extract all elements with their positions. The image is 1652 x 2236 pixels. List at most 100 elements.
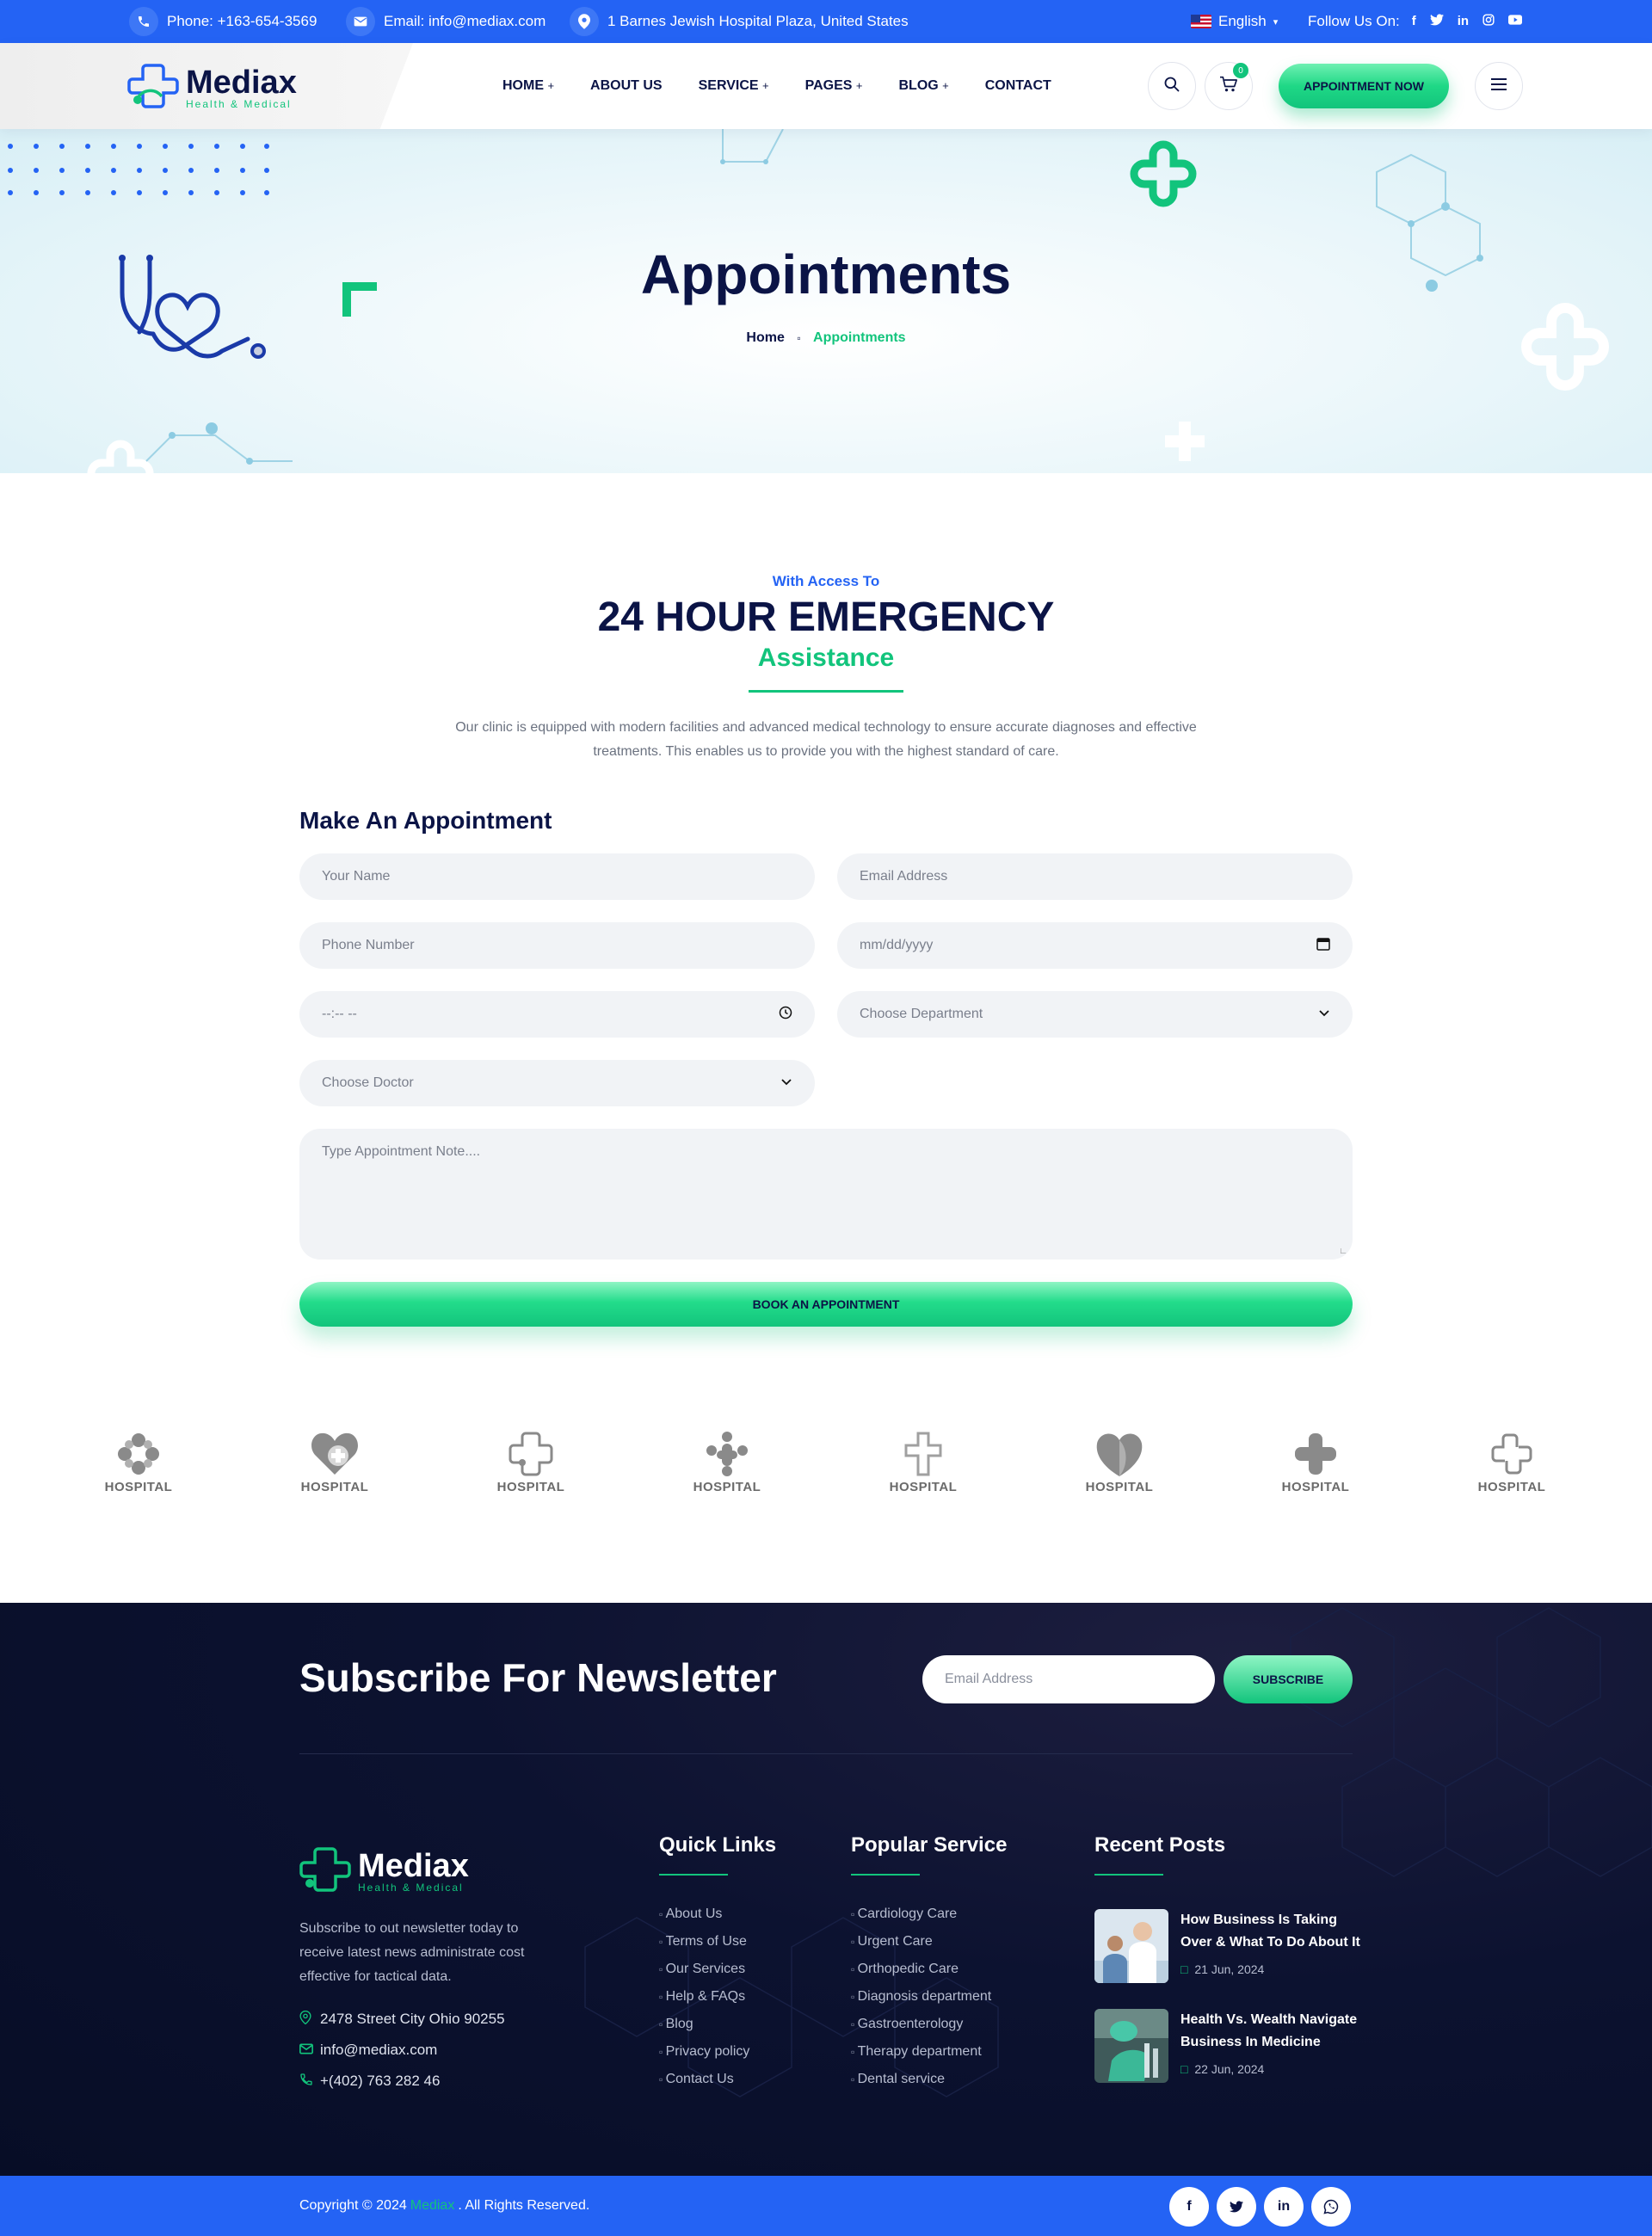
dot-grid-decoration — [8, 144, 269, 195]
popular-service-underline — [851, 1874, 920, 1876]
time-field[interactable]: --:-- -- — [299, 991, 815, 1038]
site-footer: Subscribe For Newsletter Email Address S… — [0, 1603, 1652, 2176]
quick-link-blog[interactable]: Blog — [659, 2011, 749, 2038]
language-selector[interactable]: English ▾ — [1191, 0, 1278, 43]
green-cross-outline-icon — [1130, 140, 1197, 207]
newsletter-email-input[interactable]: Email Address — [922, 1655, 1215, 1703]
partner-logo[interactable]: HOSPITAL — [83, 1428, 194, 1497]
quick-link-privacy[interactable]: Privacy policy — [659, 2038, 750, 2066]
nav-blog[interactable]: BLOG + — [898, 78, 948, 94]
clock-icon[interactable] — [779, 1006, 792, 1024]
footer-address: 2478 Street City Ohio 90255 — [299, 2010, 505, 2028]
service-link[interactable]: Dental service — [851, 2066, 991, 2093]
service-link[interactable]: Orthopedic Care — [851, 1956, 991, 1983]
email-field[interactable]: Email Address — [837, 853, 1353, 900]
partner-name: HOSPITAL — [889, 1480, 958, 1494]
phone-placeholder: Phone Number — [322, 938, 415, 952]
follow-label: Follow Us On: — [1308, 13, 1400, 29]
post-title[interactable]: Health Vs. Wealth Navigate Business In M… — [1180, 2009, 1361, 2054]
name-field[interactable]: Your Name — [299, 853, 815, 900]
copyright-brand-link[interactable]: Mediax — [410, 2198, 455, 2214]
plus-icon: + — [762, 79, 769, 92]
calendar-icon[interactable] — [1316, 937, 1330, 955]
topbar-address: 1 Barnes Jewish Hospital Plaza, United S… — [570, 0, 909, 43]
nav-about-us[interactable]: ABOUT US — [590, 78, 663, 94]
quick-link-services[interactable]: Our Services — [659, 1956, 749, 1983]
quick-links-underline — [659, 1874, 728, 1876]
nav-service[interactable]: SERVICE + — [699, 78, 769, 94]
service-link[interactable]: Diagnosis department — [851, 1983, 992, 2011]
doctor-select[interactable]: Choose Doctor — [299, 1060, 815, 1106]
newsletter-title: Subscribe For Newsletter — [299, 1655, 777, 1700]
location-pin-icon — [570, 7, 599, 36]
footer-phone[interactable]: +(402) 763 282 46 — [299, 2073, 440, 2090]
post-date-text: 22 Jun, 2024 — [1194, 2062, 1265, 2076]
topbar-phone[interactable]: Phone: +163-654-3569 — [129, 0, 317, 43]
service-link[interactable]: Therapy department — [851, 2038, 991, 2066]
appointment-now-button[interactable]: APPOINTMENT NOW — [1279, 64, 1449, 108]
instagram-icon[interactable] — [1482, 14, 1495, 29]
quick-link-about-us[interactable]: About Us — [659, 1900, 749, 1928]
resize-handle-icon[interactable]: ∟ — [1339, 1247, 1347, 1256]
footer-email[interactable]: info@mediax.com — [299, 2042, 437, 2059]
post-title[interactable]: How Business Is Taking Over & What To Do… — [1180, 1909, 1361, 1954]
phone-field[interactable]: Phone Number — [299, 922, 815, 969]
topbar-email-text: Email: info@mediax.com — [384, 13, 546, 29]
breadcrumb-home-link[interactable]: Home — [746, 330, 784, 345]
partner-logo[interactable]: HOSPITAL — [867, 1428, 979, 1497]
post-thumbnail-lab-photo[interactable] — [1094, 2009, 1168, 2083]
linkedin-icon[interactable]: in — [1458, 14, 1469, 29]
footer-divider — [299, 1753, 1353, 1754]
plus-icon: + — [855, 79, 863, 92]
subscribe-button[interactable]: SUBSCRIBE — [1224, 1655, 1353, 1703]
quick-link-help[interactable]: Help & FAQs — [659, 1983, 749, 2011]
partner-logo[interactable]: HOSPITAL — [279, 1428, 391, 1497]
partner-logo[interactable]: HOSPITAL — [671, 1428, 783, 1497]
service-link[interactable]: Gastroenterology — [851, 2011, 991, 2038]
post-thumbnail-doctor-photo[interactable] — [1094, 1909, 1168, 1983]
whatsapp-icon[interactable] — [1311, 2187, 1351, 2227]
facebook-icon[interactable]: f — [1169, 2187, 1209, 2227]
search-button[interactable] — [1148, 62, 1196, 110]
plus-icon: + — [547, 79, 555, 92]
partner-logo[interactable]: HOSPITAL — [1260, 1428, 1372, 1497]
partner-logo[interactable]: HOSPITAL — [1063, 1428, 1175, 1497]
quick-links-list: About Us Terms of Use Our Services Help … — [659, 1900, 750, 2093]
footer-logo[interactable]: Mediax Health & Medical — [299, 1844, 469, 1900]
recent-post[interactable]: Health Vs. Wealth Navigate Business In M… — [1094, 2009, 1361, 2083]
quick-link-contact[interactable]: Contact Us — [659, 2066, 749, 2093]
white-plus-icon — [1165, 422, 1205, 461]
menu-button[interactable] — [1475, 62, 1523, 110]
appointment-note-textarea[interactable]: Type Appointment Note.... ∟ — [299, 1129, 1353, 1260]
partner-logo[interactable]: HOSPITAL — [1456, 1428, 1568, 1497]
nav-contact[interactable]: CONTACT — [985, 78, 1051, 94]
partner-logo[interactable]: HOSPITAL — [475, 1428, 587, 1497]
facebook-icon[interactable]: f — [1412, 14, 1416, 29]
top-bar: Phone: +163-654-3569 Email: info@mediax.… — [0, 0, 1652, 43]
linkedin-icon[interactable]: in — [1264, 2187, 1304, 2227]
post-date-text: 21 Jun, 2024 — [1194, 1962, 1265, 1976]
mail-icon — [299, 2042, 320, 2058]
plus-icon: + — [942, 79, 949, 92]
site-logo[interactable]: Mediax Health & Medical — [127, 60, 297, 116]
recent-post[interactable]: How Business Is Taking Over & What To Do… — [1094, 1909, 1361, 1983]
twitter-icon[interactable] — [1429, 14, 1444, 29]
service-link[interactable]: Cardiology Care — [851, 1900, 991, 1928]
partner-name: HOSPITAL — [496, 1480, 565, 1494]
partner-name: HOSPITAL — [693, 1480, 761, 1494]
quick-link-terms[interactable]: Terms of Use — [659, 1928, 749, 1956]
youtube-icon[interactable] — [1508, 14, 1523, 29]
nav-home[interactable]: HOME + — [502, 78, 554, 94]
email-placeholder: Email Address — [860, 869, 948, 884]
topbar-email[interactable]: Email: info@mediax.com — [346, 0, 546, 43]
section-subtitle: Assistance — [757, 644, 895, 672]
twitter-icon[interactable] — [1217, 2187, 1256, 2227]
date-field[interactable]: mm/dd/yyyy — [837, 922, 1353, 969]
book-appointment-button[interactable]: BOOK AN APPOINTMENT — [299, 1282, 1353, 1327]
cart-button[interactable]: 0 — [1205, 62, 1253, 110]
hamburger-menu-icon — [1490, 77, 1507, 95]
department-select[interactable]: Choose Department — [837, 991, 1353, 1038]
description-line: treatments. This enables us to provide y… — [593, 744, 1059, 759]
service-link[interactable]: Urgent Care — [851, 1928, 991, 1956]
nav-pages[interactable]: PAGES + — [805, 78, 863, 94]
